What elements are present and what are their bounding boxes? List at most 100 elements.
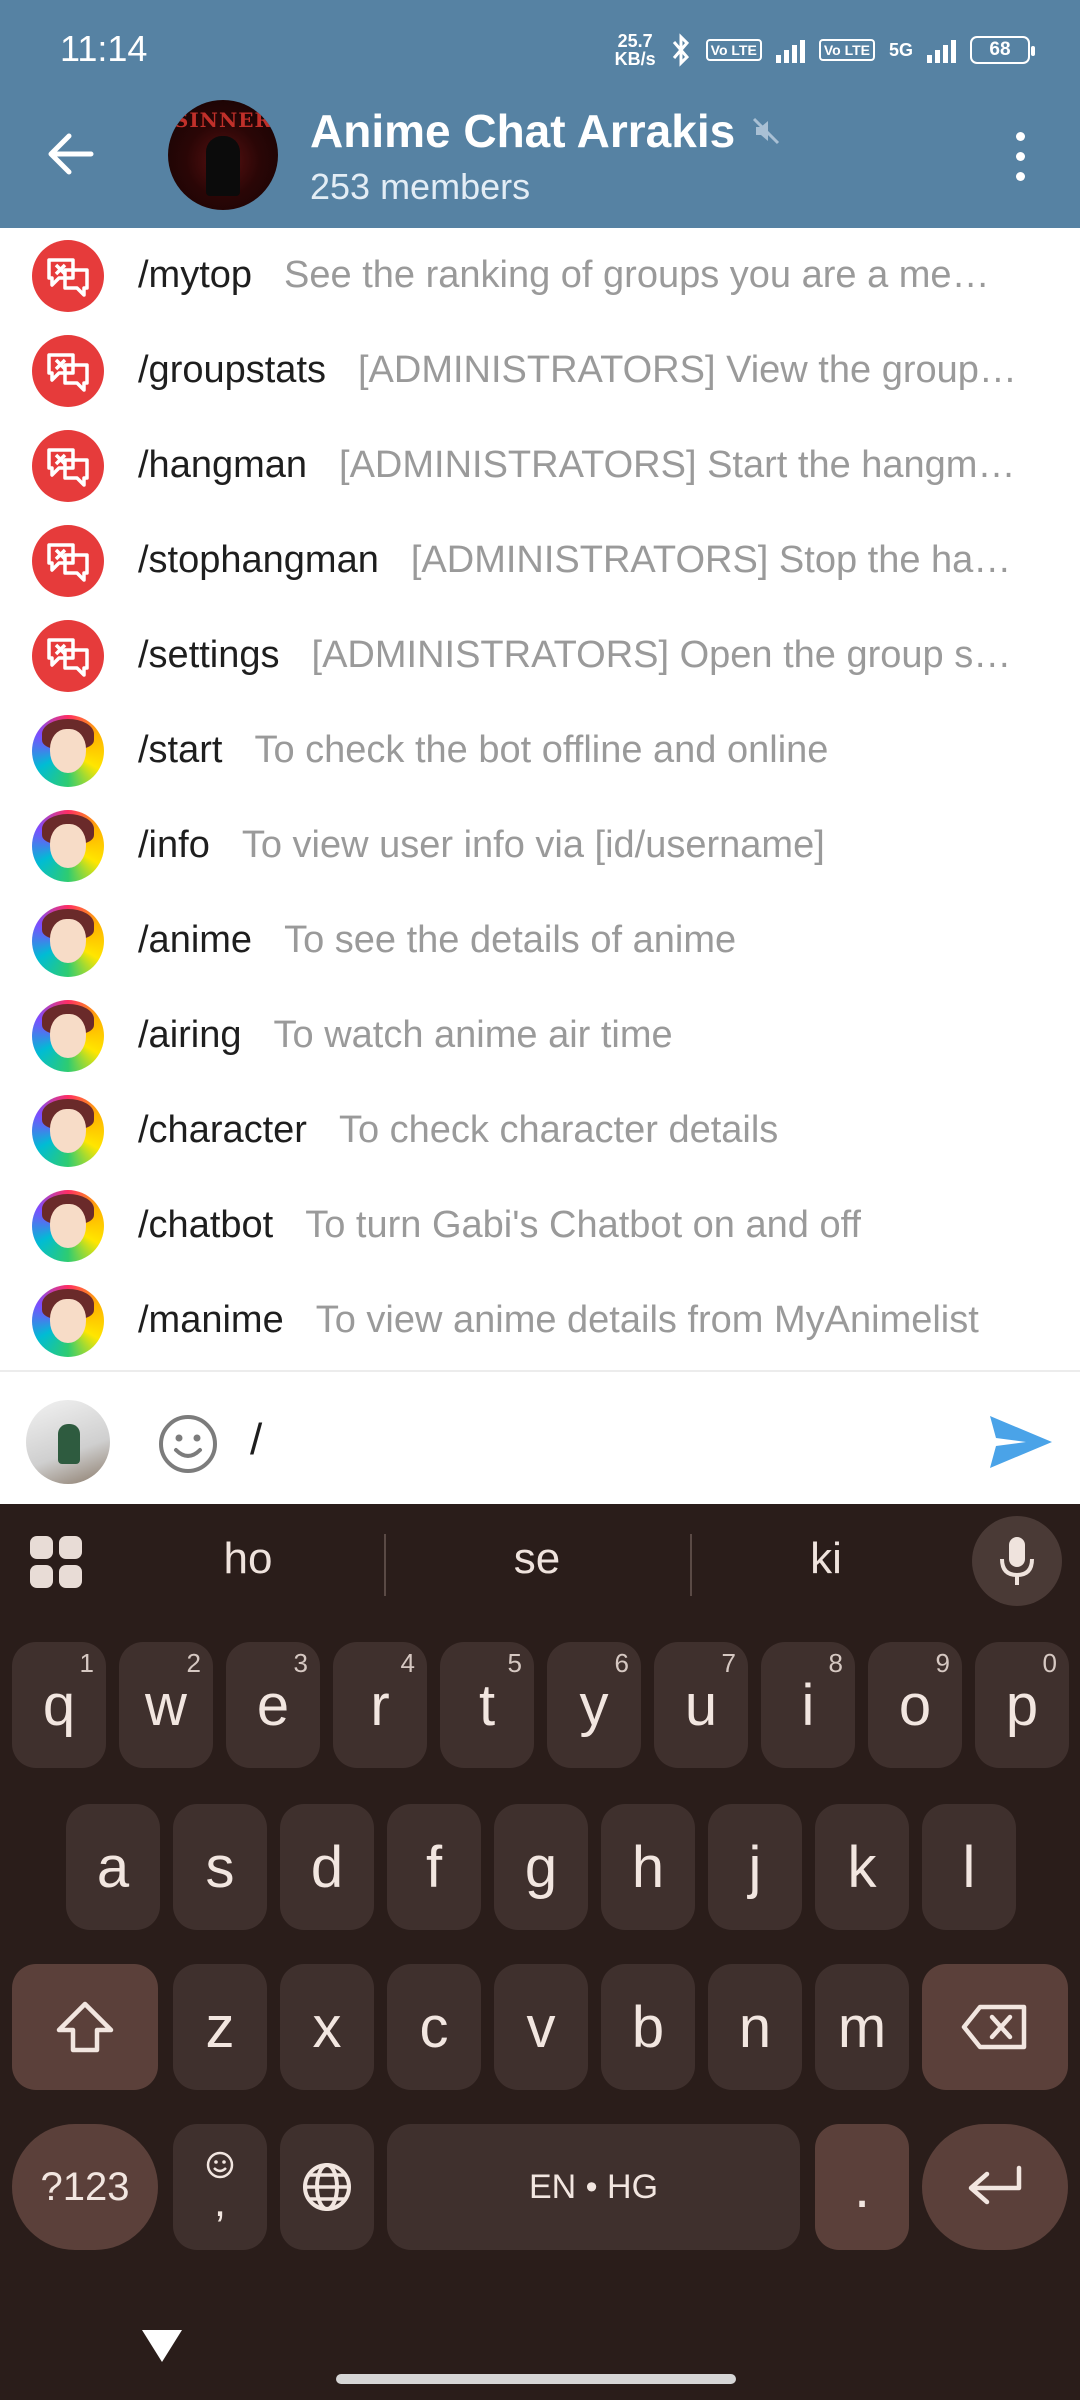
bot-avatar-red	[32, 620, 104, 692]
command-name: /character	[138, 1109, 307, 1151]
message-input[interactable]: /	[250, 1402, 950, 1478]
emoji-icon[interactable]	[156, 1412, 220, 1476]
bot-logo-icon	[47, 258, 89, 297]
command-row[interactable]: /info To view user info via [id/username]	[0, 798, 1080, 893]
key-i[interactable]: i8	[761, 1642, 855, 1768]
key-u[interactable]: u7	[654, 1642, 748, 1768]
key-g[interactable]: g	[494, 1804, 588, 1930]
net-speed: 25.7 KB/s	[614, 31, 656, 69]
key-o[interactable]: o9	[868, 1642, 962, 1768]
bot-avatar-anime	[32, 905, 104, 977]
key-s[interactable]: s	[173, 1804, 267, 1930]
language-key[interactable]	[280, 2124, 374, 2250]
chat-header: 11:14 25.7 KB/s Vo LTE Vo LTE 5G 68 SINN…	[0, 0, 1080, 228]
command-row[interactable]: /stophangman [ADMINISTRATORS] Stop the ha…	[0, 513, 1080, 608]
command-description: To view anime details from MyAnimelist	[315, 1299, 979, 1341]
microphone-icon	[1000, 1537, 1034, 1585]
suggestion-1[interactable]: ho	[148, 1534, 348, 1584]
enter-icon	[968, 2165, 1022, 2205]
enter-key[interactable]	[922, 2124, 1068, 2250]
key-f[interactable]: f	[387, 1804, 481, 1930]
key-k[interactable]: k	[815, 1804, 909, 1930]
command-description: To check character details	[338, 1109, 779, 1151]
apps-grid-icon[interactable]	[30, 1536, 82, 1588]
shift-key[interactable]	[12, 1964, 158, 2090]
key-a[interactable]: a	[66, 1804, 160, 1930]
key-r[interactable]: r4	[333, 1642, 427, 1768]
bot-avatar-anime	[32, 1285, 104, 1357]
key-h[interactable]: h	[601, 1804, 695, 1930]
command-row[interactable]: /hangman [ADMINISTRATORS] Start the hangm…	[0, 418, 1080, 513]
command-name: /stophangman	[138, 539, 379, 581]
command-row[interactable]: /mytop See the ranking of groups you are …	[0, 228, 1080, 323]
bot-avatar-red	[32, 240, 104, 312]
send-as-avatar[interactable]	[26, 1400, 110, 1484]
command-row[interactable]: /manime To view anime details from MyAnim…	[0, 1273, 1080, 1368]
bot-avatar-anime	[32, 810, 104, 882]
more-options-button[interactable]	[1000, 126, 1040, 186]
bot-logo-icon	[47, 543, 89, 582]
key-n[interactable]: n	[708, 1964, 802, 2090]
key-z[interactable]: z	[173, 1964, 267, 2090]
key-t[interactable]: t5	[440, 1642, 534, 1768]
suggestion-bar: ho se ki	[0, 1504, 1080, 1620]
home-indicator[interactable]	[336, 2374, 736, 2384]
command-name: /settings	[138, 634, 280, 676]
backspace-key[interactable]	[922, 1964, 1068, 2090]
key-c[interactable]: c	[387, 1964, 481, 2090]
back-button[interactable]	[38, 122, 102, 186]
hide-keyboard-icon[interactable]	[140, 2326, 184, 2366]
comma-emoji-key[interactable]: ,	[173, 2124, 267, 2250]
key-l[interactable]: l	[922, 1804, 1016, 1930]
status-icons: 25.7 KB/s Vo LTE Vo LTE 5G 68	[614, 28, 1035, 72]
group-avatar[interactable]: SINNER	[168, 100, 278, 210]
key-y[interactable]: y6	[547, 1642, 641, 1768]
key-b[interactable]: b	[601, 1964, 695, 2090]
member-count: 253 members	[310, 166, 531, 207]
command-row[interactable]: /groupstats [ADMINISTRATORS] View the gro…	[0, 323, 1080, 418]
command-row[interactable]: /anime To see the details of anime	[0, 893, 1080, 988]
command-description: To check the bot offline and online	[254, 729, 829, 771]
bot-command-list: /mytop See the ranking of groups you are …	[0, 228, 1080, 1370]
microphone-button[interactable]	[972, 1516, 1062, 1606]
command-description: To see the details of anime	[284, 919, 737, 961]
command-row[interactable]: /start To check the bot offline and onlin…	[0, 703, 1080, 798]
key-w[interactable]: w2	[119, 1642, 213, 1768]
key-p[interactable]: p0	[975, 1642, 1069, 1768]
command-name: /chatbot	[138, 1204, 274, 1246]
key-j[interactable]: j	[708, 1804, 802, 1930]
command-row[interactable]: /settings [ADMINISTRATORS] Open the group…	[0, 608, 1080, 703]
key-v[interactable]: v	[494, 1964, 588, 2090]
volte-badge-1: Vo LTE	[705, 39, 762, 61]
command-description: [ADMINISTRATORS] Open the group s…	[311, 634, 1012, 676]
bot-avatar-red	[32, 430, 104, 502]
battery-icon: 68	[970, 36, 1035, 64]
command-name: /anime	[138, 919, 253, 961]
muted-icon	[753, 117, 780, 145]
command-description: [ADMINISTRATORS] Start the hangm…	[339, 444, 1016, 486]
volte-badge-2: Vo LTE	[818, 39, 875, 61]
key-m[interactable]: m	[815, 1964, 909, 2090]
command-description: [ADMINISTRATORS] View the group…	[358, 349, 1017, 391]
suggestion-3[interactable]: ki	[726, 1534, 926, 1584]
group-title[interactable]: Anime Chat Arrakis	[310, 104, 781, 158]
suggestion-2[interactable]: se	[437, 1534, 637, 1584]
space-key[interactable]: EN • HG	[387, 2124, 800, 2250]
key-e[interactable]: e3	[226, 1642, 320, 1768]
bot-avatar-anime	[32, 1095, 104, 1167]
key-d[interactable]: d	[280, 1804, 374, 1930]
bot-logo-icon	[47, 638, 89, 677]
symbols-key[interactable]: ?123	[12, 2124, 158, 2250]
command-name: /hangman	[138, 444, 308, 486]
command-row[interactable]: /airing To watch anime air time	[0, 988, 1080, 1083]
key-q[interactable]: q1	[12, 1642, 106, 1768]
command-row[interactable]: /character To check character details	[0, 1083, 1080, 1178]
command-row[interactable]: /chatbot To turn Gabi's Chatbot on and of…	[0, 1178, 1080, 1273]
period-key[interactable]: .	[815, 2124, 909, 2250]
command-description: To turn Gabi's Chatbot on and off	[305, 1204, 862, 1246]
key-x[interactable]: x	[280, 1964, 374, 2090]
command-description: See the ranking of groups you are a me…	[284, 254, 990, 296]
send-icon[interactable]	[986, 1410, 1056, 1474]
emoji-small-icon	[206, 2151, 234, 2179]
bot-avatar-red	[32, 335, 104, 407]
